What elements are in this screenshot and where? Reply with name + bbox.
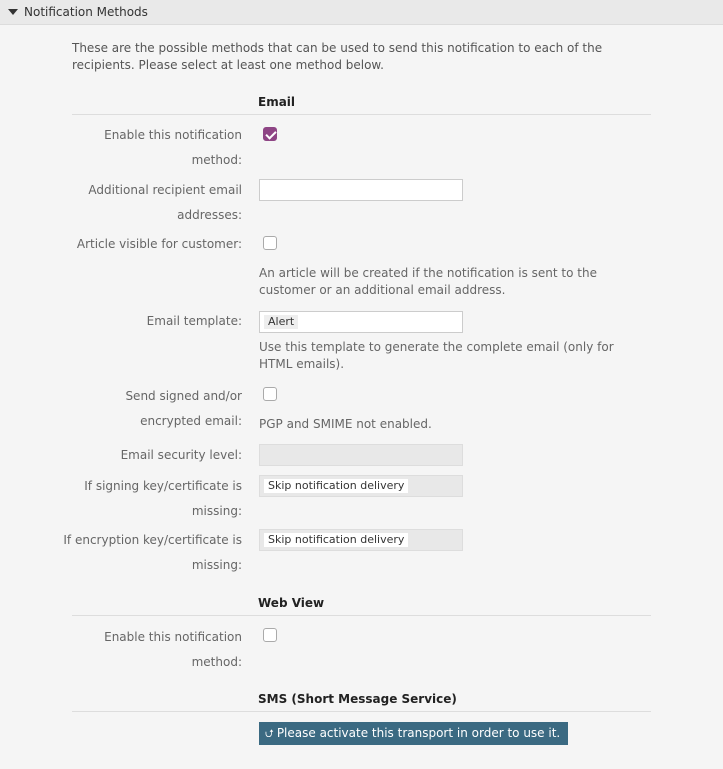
signed-help: PGP and SMIME not enabled.: [259, 417, 432, 431]
signing-missing-select: Skip notification delivery: [259, 475, 463, 497]
section-title: Notification Methods: [24, 5, 148, 19]
article-visible-label: Article visible for customer:: [76, 237, 242, 251]
webview-enable-label: Enable this notification method:: [104, 630, 242, 669]
selected-template: Alert: [264, 315, 299, 329]
email-enable-label: Enable this notification method:: [104, 128, 242, 167]
encryption-missing-value: Skip notification delivery: [264, 533, 409, 547]
article-help: An article will be created if the notifi…: [259, 266, 597, 297]
email-template-select[interactable]: Alert: [259, 311, 463, 333]
triangle-down-icon[interactable]: [8, 9, 18, 15]
notification-methods-header[interactable]: Notification Methods: [0, 0, 723, 25]
template-label: Email template:: [146, 314, 242, 328]
double-chevron-up-icon: ⮍: [265, 727, 274, 740]
intro-text: These are the possible methods that can …: [72, 41, 603, 72]
sms-section-title: SMS (Short Message Service): [258, 692, 457, 706]
signing-missing-value: Skip notification delivery: [264, 479, 409, 493]
activate-transport-label: Please activate this transport in order …: [276, 726, 561, 740]
additional-recipients-input[interactable]: [259, 179, 463, 201]
security-level-select: [259, 444, 463, 466]
encryption-missing-select: Skip notification delivery: [259, 529, 463, 551]
webview-section-title: Web View: [258, 596, 325, 610]
signing-missing-label: If signing key/certificate is missing:: [84, 479, 242, 518]
email-section-title: Email: [258, 95, 296, 109]
divider: [72, 114, 651, 115]
webview-enable-checkbox[interactable]: [263, 628, 277, 642]
template-help: Use this template to generate the comple…: [259, 340, 614, 371]
article-visible-checkbox[interactable]: [263, 236, 277, 250]
email-enable-checkbox[interactable]: [263, 127, 277, 141]
divider: [72, 615, 651, 616]
recipients-label: Additional recipient email addresses:: [88, 183, 242, 222]
activate-transport-button[interactable]: ⮍ Please activate this transport in orde…: [259, 722, 569, 745]
divider: [72, 711, 651, 712]
encryption-missing-label: If encryption key/certificate is missing…: [63, 533, 242, 572]
signed-label: Send signed and/or encrypted email:: [125, 389, 242, 428]
signed-checkbox[interactable]: [263, 387, 277, 401]
security-level-label: Email security level:: [120, 448, 242, 462]
